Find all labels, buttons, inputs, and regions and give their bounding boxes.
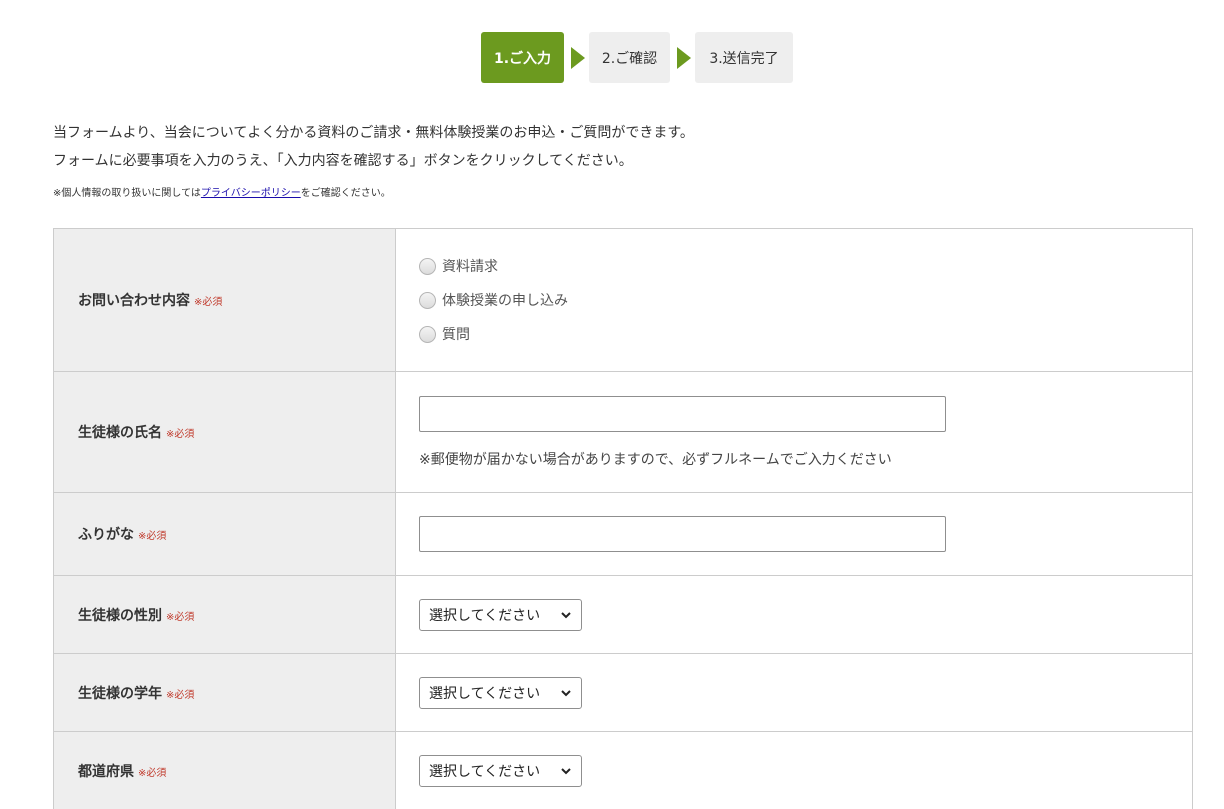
chevron-down-icon (561, 767, 571, 774)
privacy-policy-link[interactable]: プライバシーポリシー (201, 188, 301, 199)
privacy-note: ※個人情報の取り扱いに関してはプライバシーポリシーをご確認ください。 (53, 184, 391, 199)
student-name-input[interactable] (419, 395, 946, 432)
row-student-name: 生徒様の氏名 ※必須 ※郵便物が届かない場合がありますので、必ずフルネームでご入力… (53, 371, 1193, 493)
grade-select[interactable]: 選択してください (419, 676, 582, 709)
gender-select[interactable]: 選択してください (419, 598, 582, 631)
required-mark: ※必須 (166, 429, 195, 440)
required-mark: ※必須 (138, 767, 167, 779)
label-prefecture-text: 都道府県 (78, 763, 134, 780)
student-name-note: ※郵便物が届かない場合がありますので、必ずフルネームでご入力ください (419, 451, 892, 468)
step-arrow-icon (677, 46, 691, 69)
radio-button[interactable] (419, 257, 436, 275)
step-input: 1.ご入力 (481, 32, 564, 83)
step-arrow-icon (571, 46, 585, 69)
radio-option-document[interactable]: 資料請求 (419, 249, 1192, 283)
label-inquiry-text: お問い合わせ内容 (78, 293, 190, 309)
field-furigana (395, 492, 1193, 576)
required-mark: ※必須 (138, 531, 167, 542)
prefecture-select[interactable]: 選択してください (419, 754, 582, 787)
field-inquiry: 資料請求 体験授業の申し込み 質問 (395, 228, 1193, 372)
privacy-note-suffix: をご確認ください。 (300, 188, 391, 199)
chevron-down-icon (561, 689, 571, 696)
label-grade: 生徒様の学年 ※必須 (53, 653, 396, 732)
grade-select-value: 選択してください (429, 685, 541, 702)
field-grade: 選択してください (395, 653, 1193, 732)
label-student-name: 生徒様の氏名 ※必須 (53, 371, 396, 493)
intro-text: 当フォームより、当会についてよく分かる資料のご請求・無料体験授業のお申込・ご質問… (53, 123, 694, 179)
step-confirm: 2.ご確認 (589, 32, 670, 83)
prefecture-select-value: 選択してください (429, 763, 541, 780)
furigana-input[interactable] (419, 516, 946, 552)
step-complete: 3.送信完了 (695, 32, 793, 83)
row-prefecture: 都道府県 ※必須 選択してください (53, 731, 1193, 809)
label-grade-text: 生徒様の学年 (78, 685, 162, 702)
chevron-down-icon (561, 611, 571, 618)
required-mark: ※必須 (166, 611, 195, 623)
label-furigana-text: ふりがな (78, 527, 134, 543)
label-gender-text: 生徒様の性別 (78, 607, 162, 624)
label-prefecture: 都道府県 ※必須 (53, 731, 396, 809)
row-furigana: ふりがな ※必須 (53, 492, 1193, 576)
label-furigana: ふりがな ※必須 (53, 492, 396, 576)
intro-line-1: 当フォームより、当会についてよく分かる資料のご請求・無料体験授業のお申込・ご質問… (53, 125, 694, 141)
gender-select-value: 選択してください (429, 607, 541, 624)
required-mark: ※必須 (194, 297, 223, 308)
label-inquiry: お問い合わせ内容 ※必須 (53, 228, 396, 372)
radio-option-trial[interactable]: 体験授業の申し込み (419, 283, 1192, 317)
privacy-note-prefix: ※個人情報の取り扱いに関しては (53, 188, 201, 199)
required-mark: ※必須 (166, 689, 195, 701)
field-student-name: ※郵便物が届かない場合がありますので、必ずフルネームでご入力ください (395, 371, 1193, 493)
intro-line-2: フォームに必要事項を入力のうえ、「入力内容を確認する」ボタンをクリックしてくださ… (53, 153, 633, 169)
field-prefecture: 選択してください (395, 731, 1193, 809)
radio-label: 資料請求 (442, 259, 498, 275)
row-inquiry: お問い合わせ内容 ※必須 資料請求 体験授業の申し込み 質問 (53, 228, 1193, 372)
row-gender: 生徒様の性別 ※必須 選択してください (53, 575, 1193, 654)
radio-option-question[interactable]: 質問 (419, 317, 1192, 351)
label-student-name-text: 生徒様の氏名 (78, 425, 162, 441)
field-gender: 選択してください (395, 575, 1193, 654)
label-gender: 生徒様の性別 ※必須 (53, 575, 396, 654)
radio-button[interactable] (419, 291, 436, 309)
progress-steps: 1.ご入力 2.ご確認 3.送信完了 (481, 32, 793, 83)
contact-form: お問い合わせ内容 ※必須 資料請求 体験授業の申し込み 質問 生徒様の氏名 ※必須 … (53, 228, 1193, 809)
radio-button[interactable] (419, 325, 436, 343)
radio-label: 質問 (442, 327, 470, 343)
radio-label: 体験授業の申し込み (442, 293, 568, 309)
row-grade: 生徒様の学年 ※必須 選択してください (53, 653, 1193, 732)
